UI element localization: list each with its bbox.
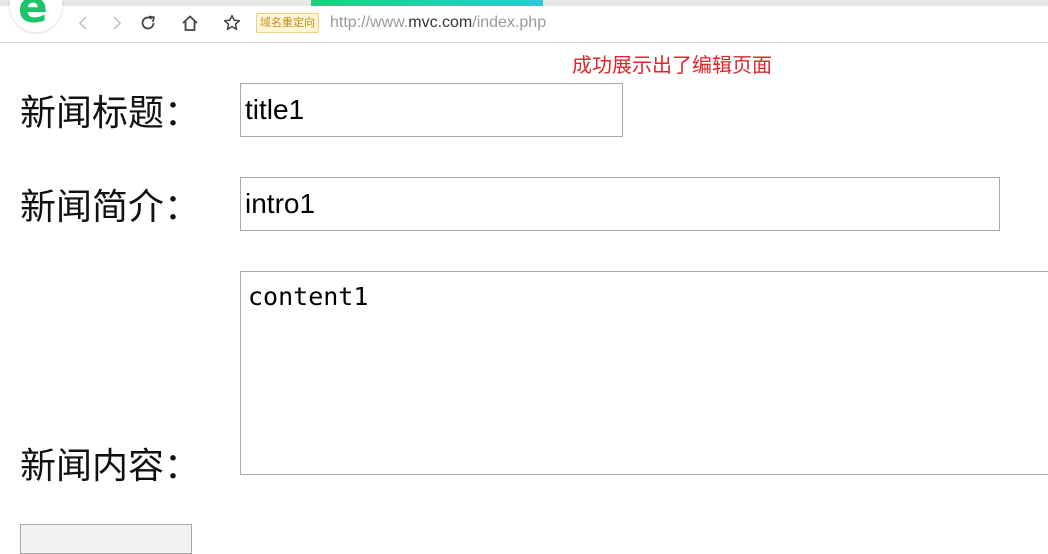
star-icon[interactable]: [222, 13, 242, 33]
submit-button[interactable]: [20, 524, 192, 554]
success-message: 成功展示出了编辑页面: [572, 53, 772, 77]
news-intro-input[interactable]: [240, 177, 1000, 231]
chevron-right-icon[interactable]: [106, 13, 126, 33]
url-domain: mvc.com: [408, 14, 473, 31]
address-bar[interactable]: http://www.mvc.com/index.php: [330, 13, 546, 33]
news-content-label: 新闻内容：: [20, 446, 201, 487]
chevron-left-icon[interactable]: [74, 13, 94, 33]
reload-icon[interactable]: [138, 13, 158, 33]
browser-toolbar: e 域名重定向 http://www.mvc.com/index.php: [0, 0, 1048, 43]
domain-redirect-badge[interactable]: 域名重定向: [256, 13, 319, 33]
url-path: /index.php: [472, 14, 547, 31]
news-content-textarea[interactable]: content1: [240, 271, 1048, 475]
news-intro-label: 新闻简介：: [20, 187, 201, 228]
home-icon[interactable]: [180, 13, 200, 33]
news-title-input[interactable]: [240, 83, 623, 137]
browser-logo-icon[interactable]: e: [10, 0, 62, 32]
url-prefix: http://www.: [330, 14, 409, 31]
news-title-label: 新闻标题：: [20, 93, 201, 134]
active-tab-indicator[interactable]: [311, 0, 543, 6]
